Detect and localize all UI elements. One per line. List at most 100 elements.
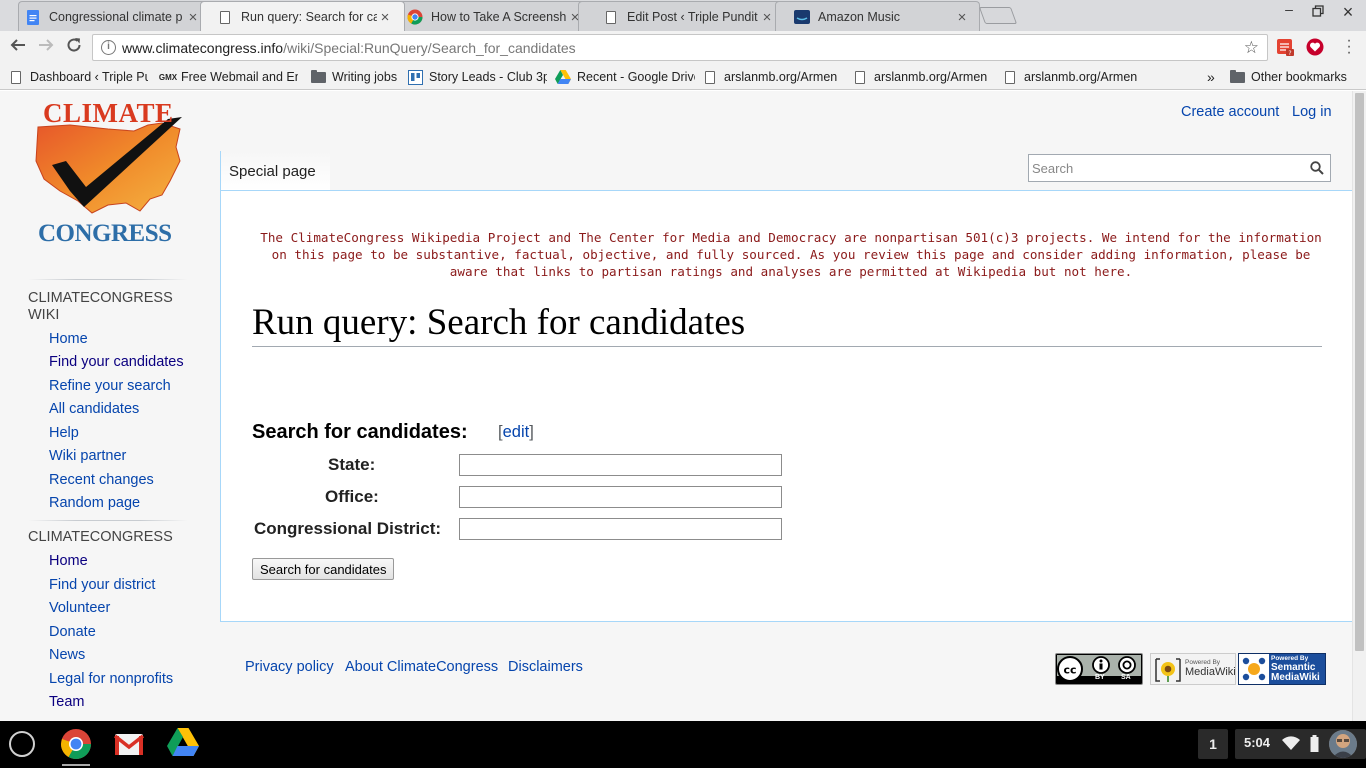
- browser-tab-active[interactable]: Run query: Search for ca ×: [200, 1, 405, 31]
- close-tab-icon[interactable]: ×: [377, 9, 393, 26]
- bookmark-label: Recent - Google Drive: [577, 70, 695, 84]
- gmail-app-icon[interactable]: [113, 728, 145, 760]
- browser-tab[interactable]: Amazon Music ×: [775, 1, 980, 31]
- browser-tab[interactable]: How to Take A Screensh ×: [390, 1, 590, 31]
- nonpartisan-notice: The ClimateCongress Wikipedia Project an…: [260, 230, 1322, 279]
- sidebar-item-legal-for-nonprofits[interactable]: Legal for nonprofits: [49, 671, 173, 687]
- sidebar-item-home[interactable]: Home: [49, 553, 88, 569]
- congressional-district-field[interactable]: [459, 518, 782, 540]
- powered-by-semantic-mediawiki-badge[interactable]: Powered By Semantic MediaWiki: [1238, 653, 1326, 685]
- chrome-app-icon[interactable]: [60, 728, 92, 760]
- sidebar-item-wiki-partner[interactable]: Wiki partner: [49, 448, 126, 464]
- bookmark-label: arslanmb.org/Armen: [724, 70, 837, 84]
- scrollbar-thumb[interactable]: [1355, 93, 1364, 651]
- close-window-icon[interactable]: ×: [1337, 2, 1359, 23]
- url-text: www.climatecongress.info/wiki/Special:Ru…: [122, 40, 576, 56]
- new-tab-button[interactable]: [978, 7, 1018, 24]
- iheartradio-extension-icon[interactable]: [1306, 38, 1324, 56]
- restore-icon[interactable]: [1307, 4, 1329, 20]
- sidebar-item-random-page[interactable]: Random page: [49, 495, 140, 511]
- trello-icon: [407, 69, 423, 85]
- bookmark-item[interactable]: arslanmb.org/Armen: [852, 68, 987, 86]
- wifi-icon: [1282, 736, 1300, 756]
- disclaimers-link[interactable]: Disclaimers: [508, 659, 583, 675]
- minimize-icon[interactable]: –: [1278, 1, 1300, 17]
- office-field[interactable]: [459, 486, 782, 508]
- sidebar-item-home[interactable]: Home: [49, 331, 88, 347]
- page-icon: [702, 69, 718, 85]
- search-for-candidates-button[interactable]: Search for candidates: [252, 558, 395, 580]
- browser-tab[interactable]: Congressional climate p ×: [18, 1, 208, 31]
- bookmarks-overflow-icon[interactable]: »: [1207, 68, 1221, 86]
- bookmark-item[interactable]: Recent - Google Drive: [555, 68, 695, 86]
- state-field[interactable]: [459, 454, 782, 476]
- reload-icon[interactable]: [63, 36, 85, 58]
- other-bookmarks[interactable]: Other bookmarks: [1229, 68, 1364, 86]
- tab-strip: Congressional climate p × How to Take A …: [0, 0, 1366, 31]
- svg-text:?: ?: [1288, 50, 1291, 56]
- todoist-extension-icon[interactable]: ?: [1276, 38, 1294, 57]
- sidebar-item-find-your-candidates[interactable]: Find your candidates: [49, 354, 184, 370]
- svg-text:cc: cc: [1063, 664, 1076, 677]
- chrome-menu-icon[interactable]: · · ·: [1343, 33, 1355, 61]
- launcher-icon[interactable]: [9, 731, 35, 757]
- mediawiki-badge-bottom: MediaWiki: [1185, 666, 1236, 678]
- tab-title: Congressional climate p: [49, 10, 183, 24]
- bookmarks-bar: Dashboard ‹ Triple Pu GMX Free Webmail a…: [0, 64, 1366, 90]
- forward-icon[interactable]: [35, 36, 57, 58]
- climate-congress-logo[interactable]: CLIMATE CONGRESS: [30, 95, 190, 247]
- sidebar-item-news[interactable]: News: [49, 647, 85, 663]
- browser-tab[interactable]: Edit Post ‹ Triple Pundit ×: [578, 1, 783, 31]
- close-tab-icon[interactable]: ×: [185, 9, 201, 26]
- tab-title: Run query: Search for ca: [241, 10, 377, 24]
- folder-icon: [1229, 69, 1245, 85]
- bookmark-item[interactable]: Writing jobs: [310, 68, 400, 86]
- sidebar-item-volunteer[interactable]: Volunteer: [49, 600, 110, 616]
- page-viewport: CLIMATE CONGRESS CLIMATECONGRESS WIKI Ho…: [0, 91, 1352, 721]
- bookmark-star-icon[interactable]: ☆: [1244, 38, 1259, 58]
- content-area: The ClimateCongress Wikipedia Project an…: [220, 190, 1352, 622]
- bookmark-item[interactable]: Story Leads - Club 3p: [407, 68, 547, 86]
- privacy-policy-link[interactable]: Privacy policy: [245, 659, 334, 675]
- google-drive-app-icon[interactable]: [167, 728, 199, 760]
- search-input[interactable]: [1029, 155, 1299, 181]
- bookmark-item[interactable]: Dashboard ‹ Triple Pu: [8, 68, 148, 86]
- chrome-icon: [407, 9, 423, 25]
- logo-text-top: CLIMATE: [43, 98, 174, 128]
- sidebar-item-recent-changes[interactable]: Recent changes: [49, 472, 154, 488]
- page-scrollbar[interactable]: [1352, 91, 1366, 721]
- tab-special-page[interactable]: Special page: [229, 163, 316, 180]
- sidebar-item-refine-your-search[interactable]: Refine your search: [49, 378, 171, 394]
- google-docs-icon: [25, 9, 41, 25]
- address-bar[interactable]: i www.climatecongress.info/wiki/Special:…: [92, 34, 1268, 61]
- create-account-link[interactable]: Create account: [1181, 104, 1279, 120]
- notification-count[interactable]: 1: [1198, 729, 1228, 759]
- info-icon[interactable]: i: [101, 40, 116, 55]
- sidebar-item-find-your-district[interactable]: Find your district: [49, 577, 155, 593]
- sidebar-item-all-candidates[interactable]: All candidates: [49, 401, 139, 417]
- login-link[interactable]: Log in: [1292, 104, 1332, 120]
- sidebar-item-donate[interactable]: Donate: [49, 624, 96, 640]
- bookmark-item[interactable]: arslanmb.org/Armen: [702, 68, 837, 86]
- battery-icon: [1310, 735, 1319, 757]
- cc-by-sa-badge[interactable]: cc BY SA: [1055, 653, 1143, 685]
- mediawiki-sunflower-icon: [1155, 658, 1181, 682]
- bookmark-label: Other bookmarks: [1251, 70, 1347, 84]
- edit-link[interactable]: edit: [503, 423, 530, 441]
- bookmark-label: arslanmb.org/Armen: [1024, 70, 1137, 84]
- about-climatecongress-link[interactable]: About ClimateCongress: [345, 659, 498, 675]
- back-icon[interactable]: [7, 36, 29, 58]
- powered-by-mediawiki-badge[interactable]: Powered By MediaWiki: [1150, 653, 1236, 685]
- form-heading: Search for candidates:: [252, 421, 468, 443]
- bookmark-item[interactable]: arslanmb.org/Armen: [1002, 68, 1137, 86]
- bookmark-label: Dashboard ‹ Triple Pu: [30, 70, 148, 84]
- logo-text-bottom: CONGRESS: [38, 220, 172, 247]
- close-tab-icon[interactable]: ×: [759, 9, 775, 26]
- status-tray[interactable]: 5:04: [1235, 729, 1366, 759]
- close-tab-icon[interactable]: ×: [954, 9, 970, 26]
- sidebar-item-team[interactable]: Team: [49, 694, 84, 710]
- url-path: /wiki/Special:RunQuery/Search_for_candid…: [283, 40, 576, 56]
- bookmark-item[interactable]: GMX Free Webmail and Em: [158, 68, 298, 86]
- search-icon[interactable]: [1310, 161, 1324, 175]
- sidebar-item-help[interactable]: Help: [49, 425, 79, 441]
